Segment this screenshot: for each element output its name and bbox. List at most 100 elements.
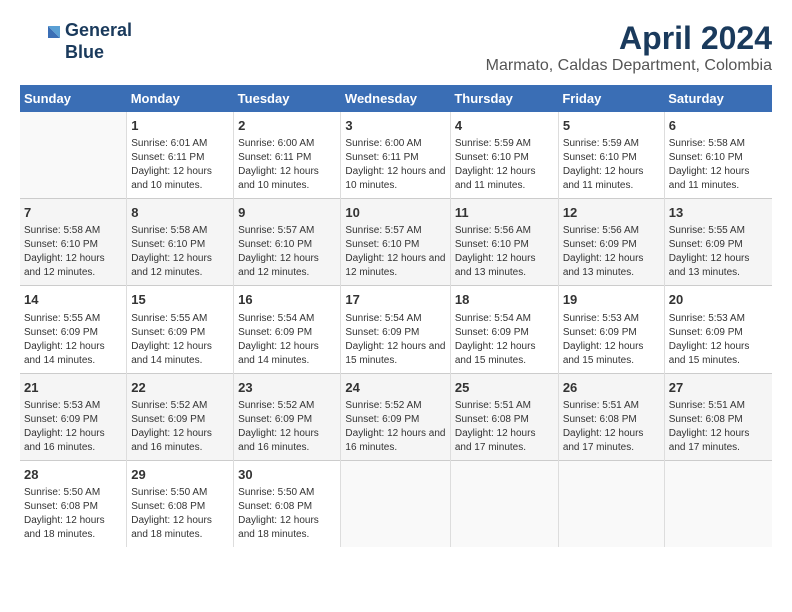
day-info: Sunrise: 5:50 AMSunset: 6:08 PMDaylight:…: [24, 486, 122, 542]
day-info: Sunrise: 5:53 AMSunset: 6:09 PMDaylight:…: [669, 312, 768, 368]
cell-week5-day6: [664, 460, 772, 547]
cell-week1-day5: 5Sunrise: 5:59 AMSunset: 6:10 PMDaylight…: [558, 112, 664, 199]
day-info: Sunrise: 5:52 AMSunset: 6:09 PMDaylight:…: [238, 399, 336, 455]
logo-text: General Blue: [65, 20, 132, 63]
day-number: 17: [345, 291, 445, 309]
cell-week4-day0: 21 Sunrise: 5:53 AMSunset: 6:09 PMDayligh…: [20, 373, 127, 460]
day-number: 2: [238, 117, 336, 135]
day-number: 14: [24, 291, 122, 309]
cell-week1-day4: 4 Sunrise: 5:59 AMSunset: 6:10 PMDaylight…: [450, 112, 558, 199]
day-info: Sunrise: 5:52 AMSunset: 6:09 PMDaylight:…: [131, 399, 229, 455]
cell-week2-day4: 11 Sunrise: 5:56 AMSunset: 6:10 PMDayligh…: [450, 199, 558, 286]
day-info: Sunrise: 5:54 AMSunset: 6:09 PMDaylight:…: [455, 312, 554, 368]
header-row: Sunday Monday Tuesday Wednesday Thursday…: [20, 85, 772, 112]
header-monday: Monday: [127, 85, 234, 112]
day-info: Sunrise: 5:57 AMSunset: 6:10 PMDaylight:…: [345, 224, 445, 280]
calendar-table: Sunday Monday Tuesday Wednesday Thursday…: [20, 85, 772, 547]
cell-week4-day1: 22 Sunrise: 5:52 AMSunset: 6:09 PMDayligh…: [127, 373, 234, 460]
cell-week3-day5: 19Sunrise: 5:53 AMSunset: 6:09 PMDayligh…: [558, 286, 664, 373]
day-number: 18: [455, 291, 554, 309]
day-info: Sunrise: 5:51 AMSunset: 6:08 PMDaylight:…: [563, 399, 660, 455]
cell-week2-day3: 10 Sunrise: 5:57 AMSunset: 6:10 PMDayligh…: [341, 199, 450, 286]
day-info: Sunrise: 5:57 AMSunset: 6:10 PMDaylight:…: [238, 224, 336, 280]
cell-week5-day2: 30Sunrise: 5:50 AMSunset: 6:08 PMDayligh…: [234, 460, 341, 547]
cell-week4-day2: 23 Sunrise: 5:52 AMSunset: 6:09 PMDayligh…: [234, 373, 341, 460]
day-info: Sunrise: 5:50 AMSunset: 6:08 PMDaylight:…: [131, 486, 229, 542]
day-number: 19: [563, 291, 660, 309]
day-info: Sunrise: 6:01 AMSunset: 6:11 PMDaylight:…: [131, 137, 229, 193]
day-info: Sunrise: 5:54 AMSunset: 6:09 PMDaylight:…: [345, 312, 445, 368]
location-title: Marmato, Caldas Department, Colombia: [486, 57, 772, 75]
cell-week2-day6: 13 Sunrise: 5:55 AMSunset: 6:09 PMDayligh…: [664, 199, 772, 286]
logo-icon: [20, 22, 60, 62]
cell-week1-day1: 1 Sunrise: 6:01 AMSunset: 6:11 PMDaylight…: [127, 112, 234, 199]
day-info: Sunrise: 5:51 AMSunset: 6:08 PMDaylight:…: [669, 399, 768, 455]
day-info: Sunrise: 5:55 AMSunset: 6:09 PMDaylight:…: [131, 312, 229, 368]
day-info: Sunrise: 5:55 AMSunset: 6:09 PMDaylight:…: [24, 312, 122, 368]
day-info: Sunrise: 5:52 AMSunset: 6:09 PMDaylight:…: [345, 399, 445, 455]
day-number: 27: [669, 379, 768, 397]
cell-week2-day0: 7 Sunrise: 5:58 AMSunset: 6:10 PMDaylight…: [20, 199, 127, 286]
day-info: Sunrise: 5:56 AMSunset: 6:10 PMDaylight:…: [455, 224, 554, 280]
header-thursday: Thursday: [450, 85, 558, 112]
cell-week4-day4: 25 Sunrise: 5:51 AMSunset: 6:08 PMDayligh…: [450, 373, 558, 460]
cell-week1-day6: 6 Sunrise: 5:58 AMSunset: 6:10 PMDaylight…: [664, 112, 772, 199]
calendar-body: 1 Sunrise: 6:01 AMSunset: 6:11 PMDaylight…: [20, 112, 772, 547]
cell-week1-day0: [20, 112, 127, 199]
day-number: 22: [131, 379, 229, 397]
cell-week2-day1: 8 Sunrise: 5:58 AMSunset: 6:10 PMDaylight…: [127, 199, 234, 286]
day-info: Sunrise: 5:56 AMSunset: 6:09 PMDaylight:…: [563, 224, 660, 280]
day-number: 25: [455, 379, 554, 397]
cell-week2-day5: 12Sunrise: 5:56 AMSunset: 6:09 PMDayligh…: [558, 199, 664, 286]
cell-week5-day3: [341, 460, 450, 547]
cell-week2-day2: 9Sunrise: 5:57 AMSunset: 6:10 PMDaylight…: [234, 199, 341, 286]
cell-week3-day4: 18 Sunrise: 5:54 AMSunset: 6:09 PMDayligh…: [450, 286, 558, 373]
month-title: April 2024: [486, 20, 772, 57]
day-number: 10: [345, 204, 445, 222]
day-info: Sunrise: 6:00 AMSunset: 6:11 PMDaylight:…: [238, 137, 336, 193]
cell-week5-day4: [450, 460, 558, 547]
cell-week3-day0: 14 Sunrise: 5:55 AMSunset: 6:09 PMDayligh…: [20, 286, 127, 373]
day-number: 1: [131, 117, 229, 135]
logo-line2: Blue: [65, 42, 104, 62]
day-number: 26: [563, 379, 660, 397]
cell-week3-day2: 16Sunrise: 5:54 AMSunset: 6:09 PMDayligh…: [234, 286, 341, 373]
day-number: 8: [131, 204, 229, 222]
day-number: 30: [238, 466, 336, 484]
day-info: Sunrise: 5:55 AMSunset: 6:09 PMDaylight:…: [669, 224, 768, 280]
day-info: Sunrise: 5:59 AMSunset: 6:10 PMDaylight:…: [563, 137, 660, 193]
calendar-header: Sunday Monday Tuesday Wednesday Thursday…: [20, 85, 772, 112]
day-number: 7: [24, 204, 122, 222]
cell-week3-day3: 17 Sunrise: 5:54 AMSunset: 6:09 PMDayligh…: [341, 286, 450, 373]
cell-week4-day3: 24Sunrise: 5:52 AMSunset: 6:09 PMDayligh…: [341, 373, 450, 460]
cell-week3-day6: 20 Sunrise: 5:53 AMSunset: 6:09 PMDayligh…: [664, 286, 772, 373]
day-info: Sunrise: 5:58 AMSunset: 6:10 PMDaylight:…: [24, 224, 122, 280]
cell-week1-day3: 3Sunrise: 6:00 AMSunset: 6:11 PMDaylight…: [341, 112, 450, 199]
day-number: 28: [24, 466, 122, 484]
day-number: 16: [238, 291, 336, 309]
day-info: Sunrise: 5:51 AMSunset: 6:08 PMDaylight:…: [455, 399, 554, 455]
day-number: 13: [669, 204, 768, 222]
header-sunday: Sunday: [20, 85, 127, 112]
day-number: 23: [238, 379, 336, 397]
logo: General Blue: [20, 20, 132, 63]
day-info: Sunrise: 5:53 AMSunset: 6:09 PMDaylight:…: [24, 399, 122, 455]
week-row-5: 28 Sunrise: 5:50 AMSunset: 6:08 PMDayligh…: [20, 460, 772, 547]
day-number: 21: [24, 379, 122, 397]
day-info: Sunrise: 5:58 AMSunset: 6:10 PMDaylight:…: [131, 224, 229, 280]
header-wednesday: Wednesday: [341, 85, 450, 112]
week-row-3: 14 Sunrise: 5:55 AMSunset: 6:09 PMDayligh…: [20, 286, 772, 373]
logo-line1: General: [65, 20, 132, 40]
day-info: Sunrise: 5:58 AMSunset: 6:10 PMDaylight:…: [669, 137, 768, 193]
cell-week3-day1: 15Sunrise: 5:55 AMSunset: 6:09 PMDayligh…: [127, 286, 234, 373]
day-number: 11: [455, 204, 554, 222]
day-number: 20: [669, 291, 768, 309]
day-number: 6: [669, 117, 768, 135]
cell-week4-day6: 27 Sunrise: 5:51 AMSunset: 6:08 PMDayligh…: [664, 373, 772, 460]
header-friday: Friday: [558, 85, 664, 112]
title-section: April 2024 Marmato, Caldas Department, C…: [486, 20, 772, 75]
day-info: Sunrise: 5:59 AMSunset: 6:10 PMDaylight:…: [455, 137, 554, 193]
week-row-2: 7 Sunrise: 5:58 AMSunset: 6:10 PMDaylight…: [20, 199, 772, 286]
day-number: 4: [455, 117, 554, 135]
cell-week5-day1: 29Sunrise: 5:50 AMSunset: 6:08 PMDayligh…: [127, 460, 234, 547]
